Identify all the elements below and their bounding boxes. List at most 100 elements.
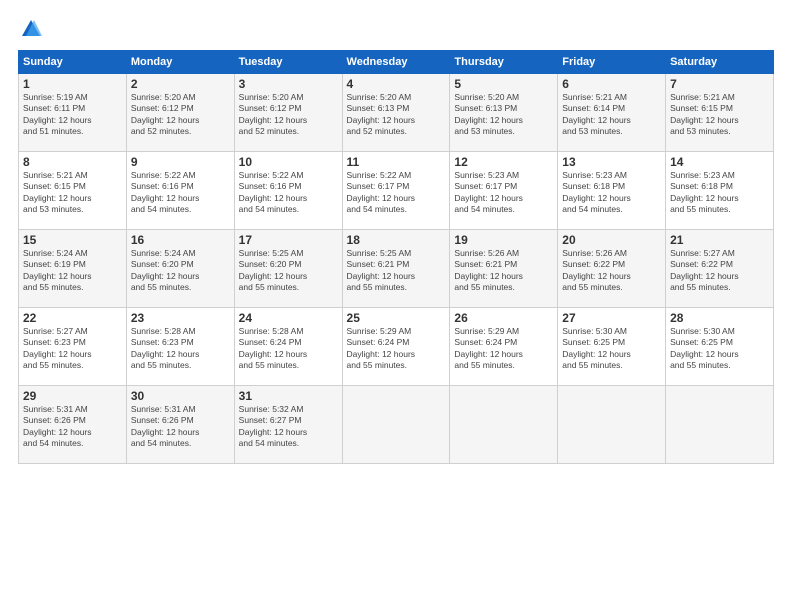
day-number: 8 (23, 155, 122, 169)
table-row: 10Sunrise: 5:22 AM Sunset: 6:16 PM Dayli… (234, 152, 342, 230)
day-info: Sunrise: 5:26 AM Sunset: 6:21 PM Dayligh… (454, 248, 553, 294)
calendar-header-row: Sunday Monday Tuesday Wednesday Thursday… (19, 51, 774, 74)
day-number: 24 (239, 311, 338, 325)
table-row: 28Sunrise: 5:30 AM Sunset: 6:25 PM Dayli… (666, 308, 774, 386)
table-row (558, 386, 666, 464)
day-number: 22 (23, 311, 122, 325)
col-thursday: Thursday (450, 51, 558, 74)
day-info: Sunrise: 5:21 AM Sunset: 6:15 PM Dayligh… (23, 170, 122, 216)
table-row: 30Sunrise: 5:31 AM Sunset: 6:26 PM Dayli… (126, 386, 234, 464)
table-row (666, 386, 774, 464)
day-info: Sunrise: 5:28 AM Sunset: 6:23 PM Dayligh… (131, 326, 230, 372)
day-number: 19 (454, 233, 553, 247)
day-info: Sunrise: 5:23 AM Sunset: 6:17 PM Dayligh… (454, 170, 553, 216)
day-info: Sunrise: 5:27 AM Sunset: 6:23 PM Dayligh… (23, 326, 122, 372)
col-friday: Friday (558, 51, 666, 74)
day-info: Sunrise: 5:20 AM Sunset: 6:13 PM Dayligh… (454, 92, 553, 138)
day-info: Sunrise: 5:22 AM Sunset: 6:16 PM Dayligh… (131, 170, 230, 216)
day-number: 9 (131, 155, 230, 169)
table-row: 11Sunrise: 5:22 AM Sunset: 6:17 PM Dayli… (342, 152, 450, 230)
table-row: 17Sunrise: 5:25 AM Sunset: 6:20 PM Dayli… (234, 230, 342, 308)
day-number: 14 (670, 155, 769, 169)
day-info: Sunrise: 5:23 AM Sunset: 6:18 PM Dayligh… (670, 170, 769, 216)
day-info: Sunrise: 5:20 AM Sunset: 6:13 PM Dayligh… (347, 92, 446, 138)
table-row: 2Sunrise: 5:20 AM Sunset: 6:12 PM Daylig… (126, 74, 234, 152)
col-saturday: Saturday (666, 51, 774, 74)
table-row: 27Sunrise: 5:30 AM Sunset: 6:25 PM Dayli… (558, 308, 666, 386)
day-number: 17 (239, 233, 338, 247)
day-info: Sunrise: 5:23 AM Sunset: 6:18 PM Dayligh… (562, 170, 661, 216)
day-number: 3 (239, 77, 338, 91)
table-row: 13Sunrise: 5:23 AM Sunset: 6:18 PM Dayli… (558, 152, 666, 230)
day-info: Sunrise: 5:30 AM Sunset: 6:25 PM Dayligh… (670, 326, 769, 372)
day-info: Sunrise: 5:24 AM Sunset: 6:19 PM Dayligh… (23, 248, 122, 294)
day-info: Sunrise: 5:29 AM Sunset: 6:24 PM Dayligh… (347, 326, 446, 372)
day-number: 21 (670, 233, 769, 247)
day-info: Sunrise: 5:20 AM Sunset: 6:12 PM Dayligh… (239, 92, 338, 138)
col-sunday: Sunday (19, 51, 127, 74)
table-row: 7Sunrise: 5:21 AM Sunset: 6:15 PM Daylig… (666, 74, 774, 152)
table-row: 20Sunrise: 5:26 AM Sunset: 6:22 PM Dayli… (558, 230, 666, 308)
col-monday: Monday (126, 51, 234, 74)
table-row: 22Sunrise: 5:27 AM Sunset: 6:23 PM Dayli… (19, 308, 127, 386)
day-info: Sunrise: 5:21 AM Sunset: 6:14 PM Dayligh… (562, 92, 661, 138)
table-row: 5Sunrise: 5:20 AM Sunset: 6:13 PM Daylig… (450, 74, 558, 152)
day-number: 30 (131, 389, 230, 403)
header (18, 18, 774, 40)
day-number: 4 (347, 77, 446, 91)
day-number: 25 (347, 311, 446, 325)
day-info: Sunrise: 5:21 AM Sunset: 6:15 PM Dayligh… (670, 92, 769, 138)
logo-icon (20, 18, 42, 40)
calendar-week-row: 22Sunrise: 5:27 AM Sunset: 6:23 PM Dayli… (19, 308, 774, 386)
table-row: 6Sunrise: 5:21 AM Sunset: 6:14 PM Daylig… (558, 74, 666, 152)
table-row: 4Sunrise: 5:20 AM Sunset: 6:13 PM Daylig… (342, 74, 450, 152)
day-number: 16 (131, 233, 230, 247)
table-row: 25Sunrise: 5:29 AM Sunset: 6:24 PM Dayli… (342, 308, 450, 386)
day-info: Sunrise: 5:22 AM Sunset: 6:17 PM Dayligh… (347, 170, 446, 216)
table-row: 24Sunrise: 5:28 AM Sunset: 6:24 PM Dayli… (234, 308, 342, 386)
table-row: 23Sunrise: 5:28 AM Sunset: 6:23 PM Dayli… (126, 308, 234, 386)
day-info: Sunrise: 5:31 AM Sunset: 6:26 PM Dayligh… (131, 404, 230, 450)
day-number: 18 (347, 233, 446, 247)
table-row: 1Sunrise: 5:19 AM Sunset: 6:11 PM Daylig… (19, 74, 127, 152)
table-row: 21Sunrise: 5:27 AM Sunset: 6:22 PM Dayli… (666, 230, 774, 308)
day-info: Sunrise: 5:24 AM Sunset: 6:20 PM Dayligh… (131, 248, 230, 294)
day-info: Sunrise: 5:28 AM Sunset: 6:24 PM Dayligh… (239, 326, 338, 372)
col-wednesday: Wednesday (342, 51, 450, 74)
table-row: 31Sunrise: 5:32 AM Sunset: 6:27 PM Dayli… (234, 386, 342, 464)
day-number: 20 (562, 233, 661, 247)
table-row: 19Sunrise: 5:26 AM Sunset: 6:21 PM Dayli… (450, 230, 558, 308)
day-info: Sunrise: 5:31 AM Sunset: 6:26 PM Dayligh… (23, 404, 122, 450)
day-number: 6 (562, 77, 661, 91)
logo (18, 18, 42, 40)
day-info: Sunrise: 5:26 AM Sunset: 6:22 PM Dayligh… (562, 248, 661, 294)
day-number: 15 (23, 233, 122, 247)
day-number: 26 (454, 311, 553, 325)
day-number: 31 (239, 389, 338, 403)
calendar-week-row: 1Sunrise: 5:19 AM Sunset: 6:11 PM Daylig… (19, 74, 774, 152)
day-number: 13 (562, 155, 661, 169)
day-info: Sunrise: 5:25 AM Sunset: 6:20 PM Dayligh… (239, 248, 338, 294)
table-row: 14Sunrise: 5:23 AM Sunset: 6:18 PM Dayli… (666, 152, 774, 230)
page: Sunday Monday Tuesday Wednesday Thursday… (0, 0, 792, 612)
calendar-week-row: 29Sunrise: 5:31 AM Sunset: 6:26 PM Dayli… (19, 386, 774, 464)
col-tuesday: Tuesday (234, 51, 342, 74)
day-info: Sunrise: 5:25 AM Sunset: 6:21 PM Dayligh… (347, 248, 446, 294)
table-row: 9Sunrise: 5:22 AM Sunset: 6:16 PM Daylig… (126, 152, 234, 230)
day-info: Sunrise: 5:22 AM Sunset: 6:16 PM Dayligh… (239, 170, 338, 216)
day-info: Sunrise: 5:20 AM Sunset: 6:12 PM Dayligh… (131, 92, 230, 138)
table-row: 29Sunrise: 5:31 AM Sunset: 6:26 PM Dayli… (19, 386, 127, 464)
day-number: 1 (23, 77, 122, 91)
table-row: 12Sunrise: 5:23 AM Sunset: 6:17 PM Dayli… (450, 152, 558, 230)
day-number: 28 (670, 311, 769, 325)
day-number: 10 (239, 155, 338, 169)
day-number: 12 (454, 155, 553, 169)
day-number: 27 (562, 311, 661, 325)
table-row: 18Sunrise: 5:25 AM Sunset: 6:21 PM Dayli… (342, 230, 450, 308)
day-info: Sunrise: 5:32 AM Sunset: 6:27 PM Dayligh… (239, 404, 338, 450)
calendar-table: Sunday Monday Tuesday Wednesday Thursday… (18, 50, 774, 464)
day-number: 5 (454, 77, 553, 91)
day-number: 29 (23, 389, 122, 403)
day-info: Sunrise: 5:27 AM Sunset: 6:22 PM Dayligh… (670, 248, 769, 294)
day-info: Sunrise: 5:30 AM Sunset: 6:25 PM Dayligh… (562, 326, 661, 372)
